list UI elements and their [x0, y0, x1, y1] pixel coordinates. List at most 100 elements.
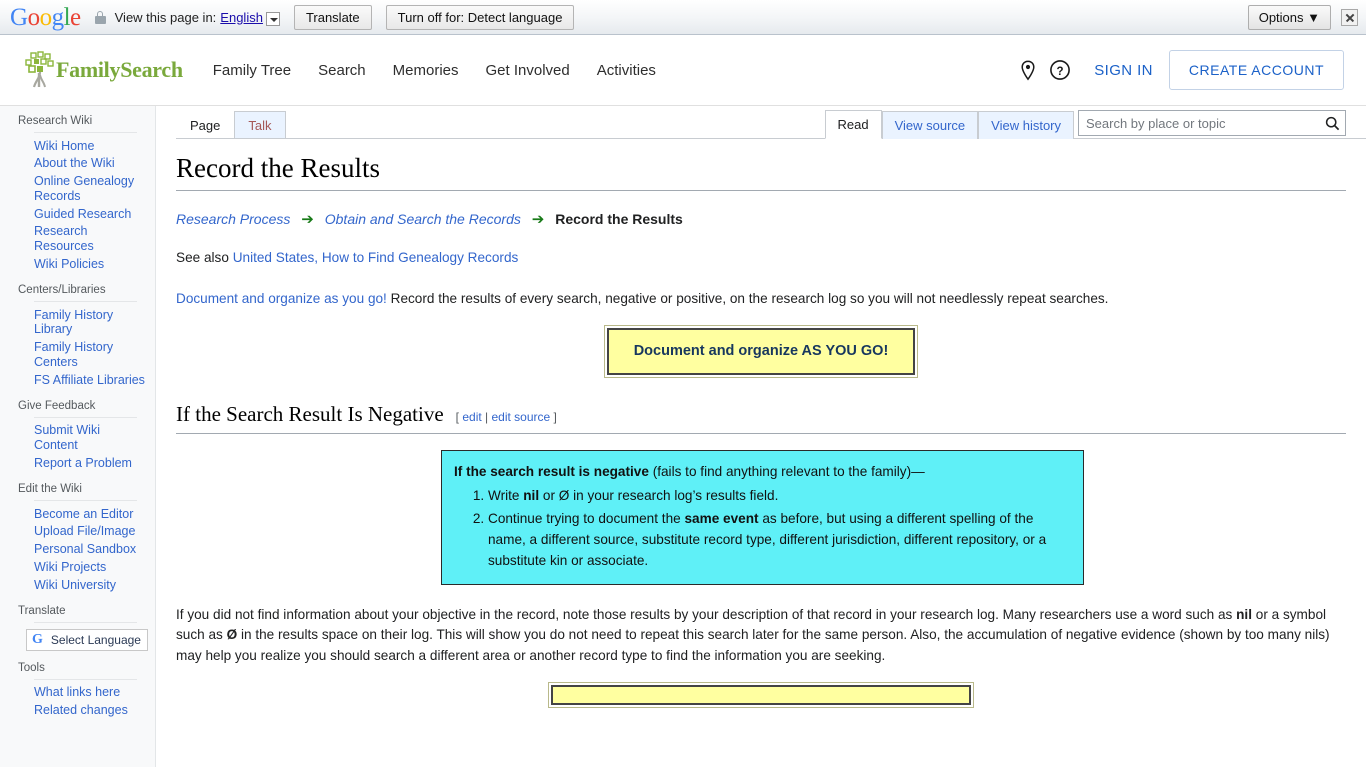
nav-item-activities[interactable]: Activities [597, 62, 656, 79]
sidebar: Research Wiki Wiki Home About the Wiki O… [0, 106, 156, 767]
google-logo-letter: o [39, 3, 53, 31]
cyan-lead: If the search result is negative (fails … [454, 461, 1071, 482]
close-icon[interactable] [1341, 9, 1358, 26]
section-heading-text: If the Search Result Is Negative [176, 402, 444, 427]
sidebar-group-give-feedback: Give Feedback Submit Wiki Content Report… [0, 400, 155, 472]
closing-text-a: If you did not find information about yo… [176, 606, 1237, 622]
edit-pipe: | [481, 410, 492, 425]
closing-text-c: in the results space on their log. This … [176, 627, 1330, 664]
nav-item-search[interactable]: Search [318, 62, 366, 79]
help-circle-icon[interactable]: ? [1044, 54, 1076, 86]
sidebar-item-related-changes[interactable]: Related changes [0, 702, 155, 720]
article: Record the Results Research Process ➔ Ob… [156, 152, 1366, 709]
translate-language-link[interactable]: English [220, 10, 263, 25]
list-item: Write nil or Ø in your research log’s re… [488, 485, 1071, 506]
google-logo-letter: g [51, 3, 65, 31]
sidebar-divider [34, 416, 137, 418]
tab-page[interactable]: Page [176, 111, 235, 139]
content-column: Page Talk Read View source View history … [156, 106, 1366, 767]
main-nav: Family Tree Search Memories Get Involved… [213, 62, 656, 79]
tab-view-history[interactable]: View history [978, 111, 1074, 139]
intro-rest: Record the results of every search, nega… [386, 291, 1109, 307]
sidebar-item-wiki-projects[interactable]: Wiki Projects [0, 558, 155, 576]
cyan-list: Write nil or Ø in your research log’s re… [454, 485, 1071, 572]
chevron-down-icon[interactable] [265, 12, 280, 26]
tab-read[interactable]: Read [824, 110, 882, 139]
google-logo-letter: e [70, 3, 81, 31]
svg-text:?: ? [1057, 66, 1064, 78]
arrow-right-icon: ➔ [531, 211, 545, 229]
document-and-organize-link[interactable]: Document and organize as you go! [176, 291, 387, 306]
search-input[interactable] [1079, 111, 1319, 135]
sidebar-group-research-wiki: Research Wiki Wiki Home About the Wiki O… [0, 115, 155, 273]
sidebar-divider [34, 678, 137, 680]
sidebar-item-family-history-centers[interactable]: Family History Centers [0, 339, 155, 372]
location-pin-icon[interactable] [1012, 54, 1044, 86]
section-edit-links: [ edit | edit source ] [456, 410, 557, 424]
see-also-paragraph: See also United States, How to Find Gene… [176, 248, 1346, 269]
sidebar-heading: Research Wiki [18, 115, 93, 127]
sidebar-item-submit-wiki-content[interactable]: Submit Wiki Content [0, 422, 155, 455]
sidebar-item-fs-affiliate-libraries[interactable]: FS Affiliate Libraries [0, 371, 155, 389]
select-language-dropdown[interactable]: G Select Language [26, 628, 148, 651]
sidebar-item-family-history-library[interactable]: Family History Library [0, 306, 155, 339]
translate-options-button[interactable]: Options ▼ [1247, 5, 1331, 30]
sidebar-divider [34, 301, 137, 302]
google-g-icon: G [32, 631, 43, 647]
sign-in-link[interactable]: SIGN IN [1094, 62, 1153, 79]
sidebar-item-upload-file-image[interactable]: Upload File/Image [0, 523, 155, 541]
breadcrumb-item-obtain-and-search[interactable]: Obtain and Search the Records [325, 211, 521, 227]
translate-button[interactable]: Translate [293, 4, 372, 30]
sidebar-item-online-genealogy-records[interactable]: Online Genealogy Records [0, 173, 155, 206]
breadcrumb: Research Process ➔ Obtain and Search the… [176, 210, 1346, 228]
list-item-text-a: Write [488, 487, 524, 503]
intro-paragraph: Document and organize as you go! Record … [176, 289, 1346, 310]
sidebar-item-what-links-here[interactable]: What links here [0, 684, 155, 702]
google-logo-letter: o [27, 3, 41, 31]
edit-link[interactable]: edit [462, 410, 481, 424]
see-also-link[interactable]: United States, How to Find Genealogy Rec… [233, 250, 519, 265]
family-tree-icon [25, 51, 54, 88]
sidebar-divider [34, 500, 137, 501]
familysearch-logo[interactable]: FamilySearch [20, 51, 183, 89]
nav-item-memories[interactable]: Memories [393, 62, 459, 79]
tab-view-source[interactable]: View source [881, 111, 979, 139]
nav-item-family-tree[interactable]: Family Tree [213, 62, 291, 79]
sidebar-item-wiki-policies[interactable]: Wiki Policies [0, 255, 155, 273]
sidebar-item-wiki-university[interactable]: Wiki University [0, 576, 155, 594]
sidebar-divider [34, 132, 137, 133]
sidebar-item-research-resources[interactable]: Research Resources [0, 223, 155, 256]
google-translate-bar: Google View this page in: English Transl… [0, 0, 1366, 35]
lock-icon [94, 10, 106, 24]
sidebar-item-wiki-home[interactable]: Wiki Home [0, 137, 155, 155]
nav-item-get-involved[interactable]: Get Involved [486, 62, 570, 79]
list-item-text-a: Continue trying to document the [488, 510, 685, 526]
callout-yellow-partial [548, 682, 974, 709]
list-item: Continue trying to document the same eve… [488, 508, 1071, 572]
closing-bold-symbol: Ø [226, 627, 238, 643]
select-language-label: Select Language [50, 632, 141, 647]
breadcrumb-current: Record the Results [555, 211, 683, 228]
sidebar-item-report-a-problem[interactable]: Report a Problem [0, 454, 155, 472]
sidebar-item-about-the-wiki[interactable]: About the Wiki [0, 155, 155, 173]
search-box[interactable] [1078, 110, 1346, 136]
cyan-lead-bold: If the search result is negative [454, 463, 649, 479]
sidebar-divider [34, 621, 137, 623]
create-account-button[interactable]: CREATE ACCOUNT [1168, 50, 1344, 90]
sidebar-item-personal-sandbox[interactable]: Personal Sandbox [0, 541, 155, 559]
arrow-right-icon: ➔ [301, 211, 314, 229]
search-icon[interactable] [1319, 116, 1345, 131]
sidebar-heading: Edit the Wiki [18, 483, 82, 495]
turn-off-translate-button[interactable]: Turn off for: Detect language [385, 4, 575, 30]
tab-talk[interactable]: Talk [234, 111, 286, 139]
section-heading-negative-result: If the Search Result Is Negative [ edit |… [176, 401, 1346, 434]
sidebar-item-guided-research[interactable]: Guided Research [0, 205, 155, 223]
site-header: FamilySearch Family Tree Search Memories… [0, 35, 1366, 106]
sidebar-item-become-an-editor[interactable]: Become an Editor [0, 505, 155, 523]
edit-source-link[interactable]: edit source [492, 410, 551, 424]
edit-bracket-close: ] [550, 410, 557, 425]
sidebar-heading: Give Feedback [18, 399, 96, 412]
sidebar-heading: Translate [18, 604, 66, 617]
sidebar-heading: Tools [18, 661, 45, 674]
breadcrumb-item-research-process[interactable]: Research Process [176, 211, 290, 227]
